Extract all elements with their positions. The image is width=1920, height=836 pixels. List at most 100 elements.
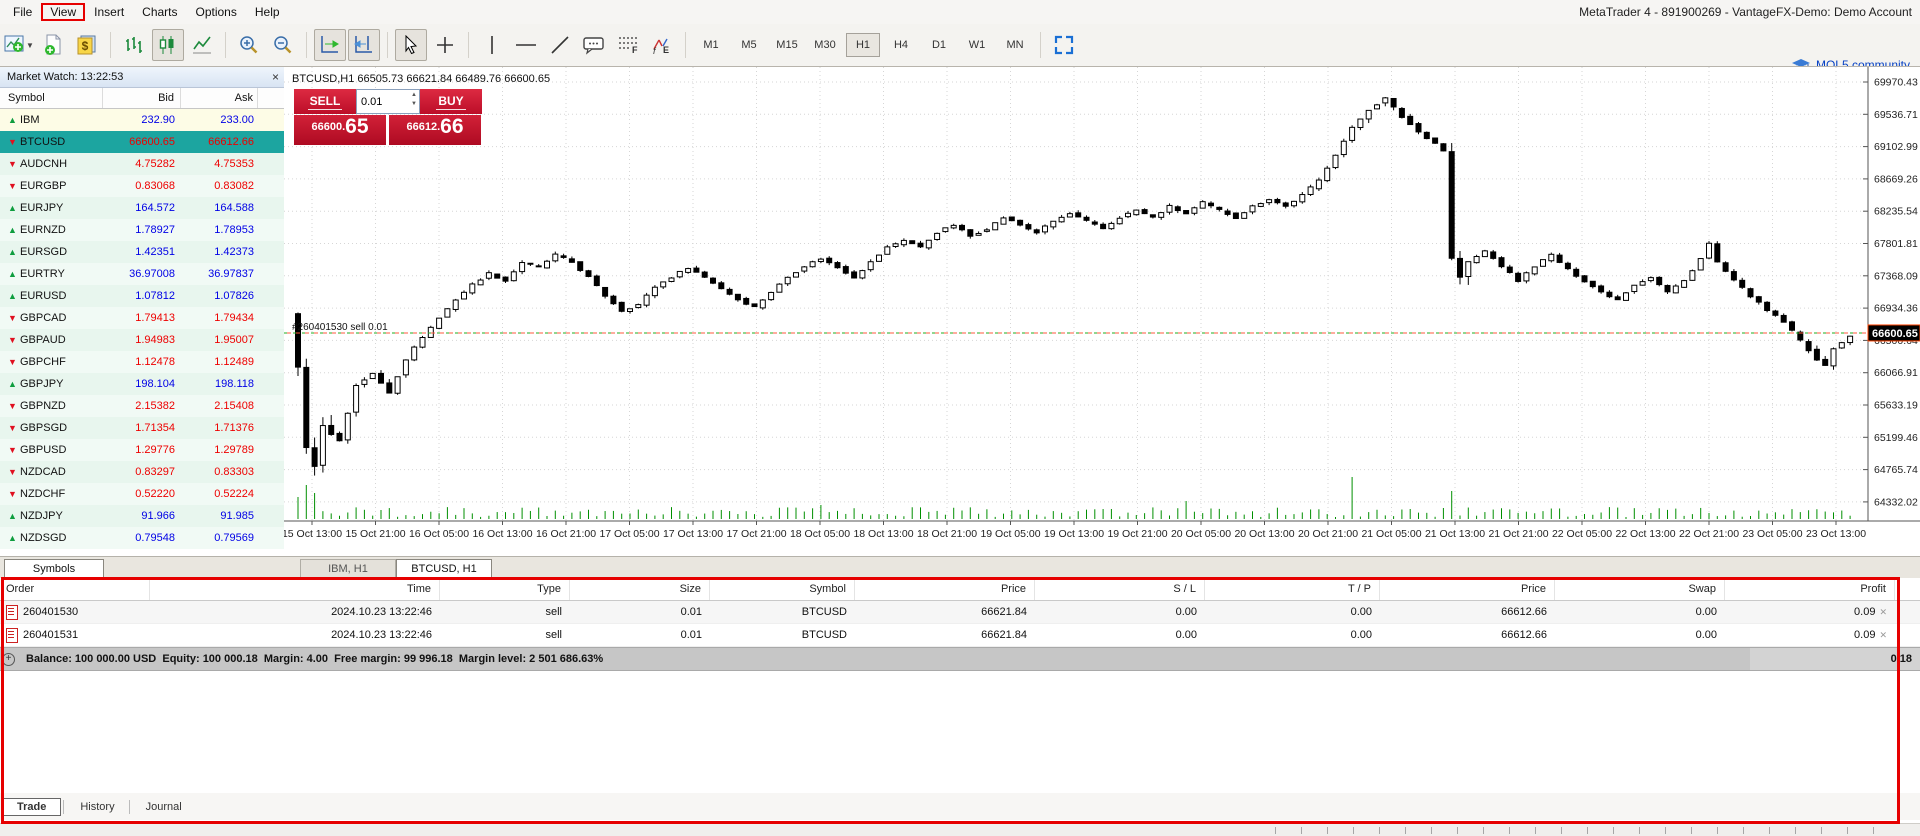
sell-button[interactable]: SELL — [294, 89, 356, 114]
order-row[interactable]: 2604015312024.10.23 13:22:46sell0.01BTCU… — [0, 624, 1920, 647]
orders-col-type[interactable]: Type — [440, 578, 570, 600]
terminal-tab-history[interactable]: History — [68, 798, 126, 816]
tab-ibm-h1[interactable]: IBM, H1 — [300, 559, 396, 579]
column-header-ask[interactable]: Ask — [181, 88, 258, 108]
crosshair-button[interactable] — [429, 29, 461, 61]
buy-price[interactable]: 66612.66 — [389, 115, 481, 145]
timeframe-d1[interactable]: D1 — [922, 33, 956, 57]
arrow-up-icon: ▲ — [8, 109, 20, 131]
orders-col-size[interactable]: Size — [570, 578, 710, 600]
expand-plus-icon[interactable]: + — [2, 653, 15, 666]
chart-shift-button[interactable] — [348, 29, 380, 61]
tile-windows-button[interactable] — [1048, 29, 1080, 61]
timeframe-m30[interactable]: M30 — [808, 33, 842, 57]
orders-col-swap[interactable]: Swap — [1555, 578, 1725, 600]
volume-stepper[interactable]: ▲▼ — [411, 91, 417, 109]
market-watch-row[interactable]: ▲EURNZD1.789271.78953 — [0, 219, 284, 241]
market-watch-row[interactable]: ▼AUDCNH4.752824.75353 — [0, 153, 284, 175]
orders-col-time[interactable]: Time — [150, 578, 440, 600]
menu-insert[interactable]: Insert — [85, 3, 133, 21]
timeframe-h4[interactable]: H4 — [884, 33, 918, 57]
candle-body — [860, 271, 865, 278]
new-order-button[interactable] — [37, 29, 69, 61]
candle-body — [636, 305, 641, 308]
candlestick-mode-button[interactable] — [152, 29, 184, 61]
market-watch-row[interactable]: ▲EURJPY164.572164.588 — [0, 197, 284, 219]
timeframe-m5[interactable]: M5 — [732, 33, 766, 57]
fibonacci-tool-button[interactable]: F — [612, 29, 644, 61]
market-watch-row[interactable]: ▼GBPUSD1.297761.29789 — [0, 439, 284, 461]
chart-area[interactable]: 15 Oct 13:0015 Oct 21:0016 Oct 05:0016 O… — [284, 66, 1920, 557]
zoom-out-icon — [272, 34, 294, 56]
market-watch-row[interactable]: ▼NZDCAD0.832970.83303 — [0, 461, 284, 483]
buy-button[interactable]: BUY — [420, 89, 482, 114]
close-order-icon[interactable]: ✕ — [1879, 630, 1887, 640]
trendline-tool-button[interactable] — [544, 29, 576, 61]
orders-col-order[interactable]: Order — [0, 578, 150, 600]
vertical-line-tool-button[interactable] — [476, 29, 508, 61]
zoom-in-button[interactable] — [233, 29, 265, 61]
market-watch-row[interactable]: ▼GBPNZD2.153822.15408 — [0, 395, 284, 417]
market-watch-row[interactable]: ▼GBPCHF1.124781.12489 — [0, 351, 284, 373]
line-chart-mode-button[interactable] — [186, 29, 218, 61]
menu-help[interactable]: Help — [246, 3, 289, 21]
menu-charts[interactable]: Charts — [133, 3, 186, 21]
indicators-button[interactable]: Ef — [646, 29, 678, 61]
candle-body — [1233, 213, 1238, 219]
market-watch-row[interactable]: ▼EURGBP0.830680.83082 — [0, 175, 284, 197]
text-label-tool-button[interactable] — [578, 29, 610, 61]
strip-tick — [1457, 827, 1458, 834]
market-watch-row[interactable]: ▼NZDCHF0.522200.52224 — [0, 483, 284, 505]
terminal-tab-journal[interactable]: Journal — [134, 798, 194, 816]
chevron-down-icon[interactable]: ▼ — [26, 41, 34, 50]
market-watch-row[interactable]: ▼GBPAUD1.949831.95007 — [0, 329, 284, 351]
market-watch-row[interactable]: ▲EURUSD1.078121.07826 — [0, 285, 284, 307]
timeframe-mn[interactable]: MN — [998, 33, 1032, 57]
candlestick-chart[interactable]: 15 Oct 13:0015 Oct 21:0016 Oct 05:0016 O… — [284, 67, 1920, 557]
timeframe-h1[interactable]: H1 — [846, 33, 880, 57]
zoom-out-button[interactable] — [267, 29, 299, 61]
market-watch-row[interactable]: ▲EURSGD1.423511.42373 — [0, 241, 284, 263]
market-watch-row[interactable]: ▲EURTRY36.9700836.97837 — [0, 263, 284, 285]
cursor-button[interactable] — [395, 29, 427, 61]
orders-col-tp[interactable]: T / P — [1205, 578, 1380, 600]
horizontal-line-tool-button[interactable] — [510, 29, 542, 61]
bar-chart-mode-button[interactable] — [118, 29, 150, 61]
timeframe-m15[interactable]: M15 — [770, 33, 804, 57]
market-watch-row[interactable]: ▼GBPSGD1.713541.71376 — [0, 417, 284, 439]
market-watch-row[interactable]: ▲GBPJPY198.104198.118 — [0, 373, 284, 395]
market-watch-row[interactable]: ▲NZDSGD0.795480.79569 — [0, 527, 284, 549]
timeframe-m1[interactable]: M1 — [694, 33, 728, 57]
symbol-name: GBPJPY — [20, 378, 63, 390]
timeframe-w1[interactable]: W1 — [960, 33, 994, 57]
orders-col-sl[interactable]: S / L — [1035, 578, 1205, 600]
menu-options[interactable]: Options — [187, 3, 246, 21]
column-header-symbol[interactable]: Symbol — [0, 88, 103, 108]
orders-col-symbol[interactable]: Symbol — [710, 578, 855, 600]
bid-value: 2.15382 — [103, 395, 181, 417]
candle-body — [1059, 217, 1064, 221]
symbols-button[interactable]: $ — [71, 29, 103, 61]
market-watch-row[interactable]: ▲NZDJPY91.96691.985 — [0, 505, 284, 527]
tile-windows-icon — [1054, 35, 1074, 55]
auto-scroll-button[interactable] — [314, 29, 346, 61]
market-watch-row[interactable]: ▲IBM232.90233.00 — [0, 109, 284, 131]
order-row[interactable]: 2604015302024.10.23 13:22:46sell0.01BTCU… — [0, 601, 1920, 624]
candle-body — [893, 244, 898, 247]
sell-price[interactable]: 66600.65 — [294, 115, 386, 145]
orders-col-profit[interactable]: Profit — [1725, 578, 1895, 600]
close-icon[interactable]: × — [272, 69, 279, 85]
menu-file[interactable]: File — [4, 3, 41, 21]
orders-col-price[interactable]: Price — [855, 578, 1035, 600]
terminal-tab-trade[interactable]: Trade — [2, 798, 61, 816]
volume-input[interactable] — [357, 95, 403, 109]
tab-symbols[interactable]: Symbols — [4, 559, 104, 579]
menu-view[interactable]: View — [41, 3, 85, 21]
market-watch-row[interactable]: ▼GBPCAD1.794131.79434 — [0, 307, 284, 329]
new-chart-button[interactable]: ▼ — [3, 29, 35, 61]
market-watch-row[interactable]: ▼BTCUSD66600.6566612.66 — [0, 131, 284, 153]
tab-btcusd-h1[interactable]: BTCUSD, H1 — [396, 559, 492, 579]
orders-col-price[interactable]: Price — [1380, 578, 1555, 600]
close-order-icon[interactable]: ✕ — [1879, 607, 1887, 617]
column-header-bid[interactable]: Bid — [103, 88, 181, 108]
